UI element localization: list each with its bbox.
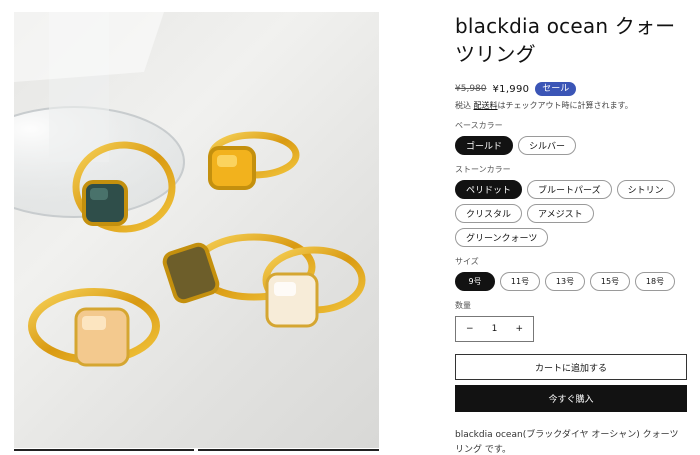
- size-15[interactable]: 15号: [590, 272, 630, 291]
- regular-price: ¥5,980: [455, 84, 487, 94]
- size-label: サイズ: [455, 257, 479, 266]
- base-color-silver[interactable]: シルバー: [518, 136, 577, 155]
- size-11[interactable]: 11号: [500, 272, 540, 291]
- product-info: blackdia ocean クォーツリング ¥5,980 ¥1,990 セール…: [455, 12, 690, 455]
- thumbnail-bar-right[interactable]: [198, 449, 379, 455]
- tax-suffix: はチェックアウト時に計算されます。: [497, 101, 633, 110]
- product-description: blackdia ocean(ブラックダイヤ オーシャン) クォーツリング です…: [455, 430, 679, 455]
- size-18[interactable]: 18号: [635, 272, 675, 291]
- stone-blue-topaz[interactable]: ブルートパーズ: [527, 180, 612, 199]
- quantity-stepper: − 1 +: [455, 316, 534, 342]
- sale-badge: セール: [535, 82, 577, 96]
- quantity-increase-button[interactable]: +: [515, 324, 523, 334]
- stone-green-quartz[interactable]: グリーンクォーツ: [455, 228, 549, 247]
- quantity-label: 数量: [455, 301, 471, 310]
- shipping-link[interactable]: 配送料: [474, 101, 498, 110]
- stone-amethyst[interactable]: アメジスト: [527, 204, 594, 223]
- quantity-decrease-button[interactable]: −: [466, 324, 474, 334]
- size-9[interactable]: 9号: [455, 272, 495, 291]
- sale-price: ¥1,990: [492, 83, 530, 95]
- stone-citrine[interactable]: シトリン: [616, 180, 675, 199]
- stone-peridot[interactable]: ペリドット: [455, 180, 523, 199]
- base-color-gold[interactable]: ゴールド: [455, 136, 514, 155]
- base-color-options: ゴールド シルバー: [455, 136, 690, 155]
- product-title: blackdia ocean クォーツリング: [455, 14, 676, 66]
- thumbnail-bar-left[interactable]: [14, 449, 194, 455]
- product-image[interactable]: [14, 12, 379, 448]
- base-color-label: ベースカラー: [455, 121, 503, 130]
- size-options: 9号 11号 13号 15号 18号: [455, 272, 690, 291]
- buy-now-button[interactable]: 今すぐ購入: [455, 385, 687, 412]
- size-13[interactable]: 13号: [545, 272, 585, 291]
- quantity-input[interactable]: 1: [492, 324, 498, 334]
- price-row: ¥5,980 ¥1,990 セール: [455, 81, 690, 97]
- stone-color-label: ストーンカラー: [455, 165, 511, 174]
- tax-prefix: 税込: [455, 101, 471, 110]
- add-to-cart-button[interactable]: カートに追加する: [455, 354, 687, 380]
- stone-color-options: ペリドット ブルートパーズ シトリン クリスタル アメジスト グリーンクォーツ: [455, 180, 690, 247]
- tax-note: 税込 配送料はチェックアウト時に計算されます。: [455, 100, 690, 111]
- stone-crystal[interactable]: クリスタル: [455, 204, 523, 223]
